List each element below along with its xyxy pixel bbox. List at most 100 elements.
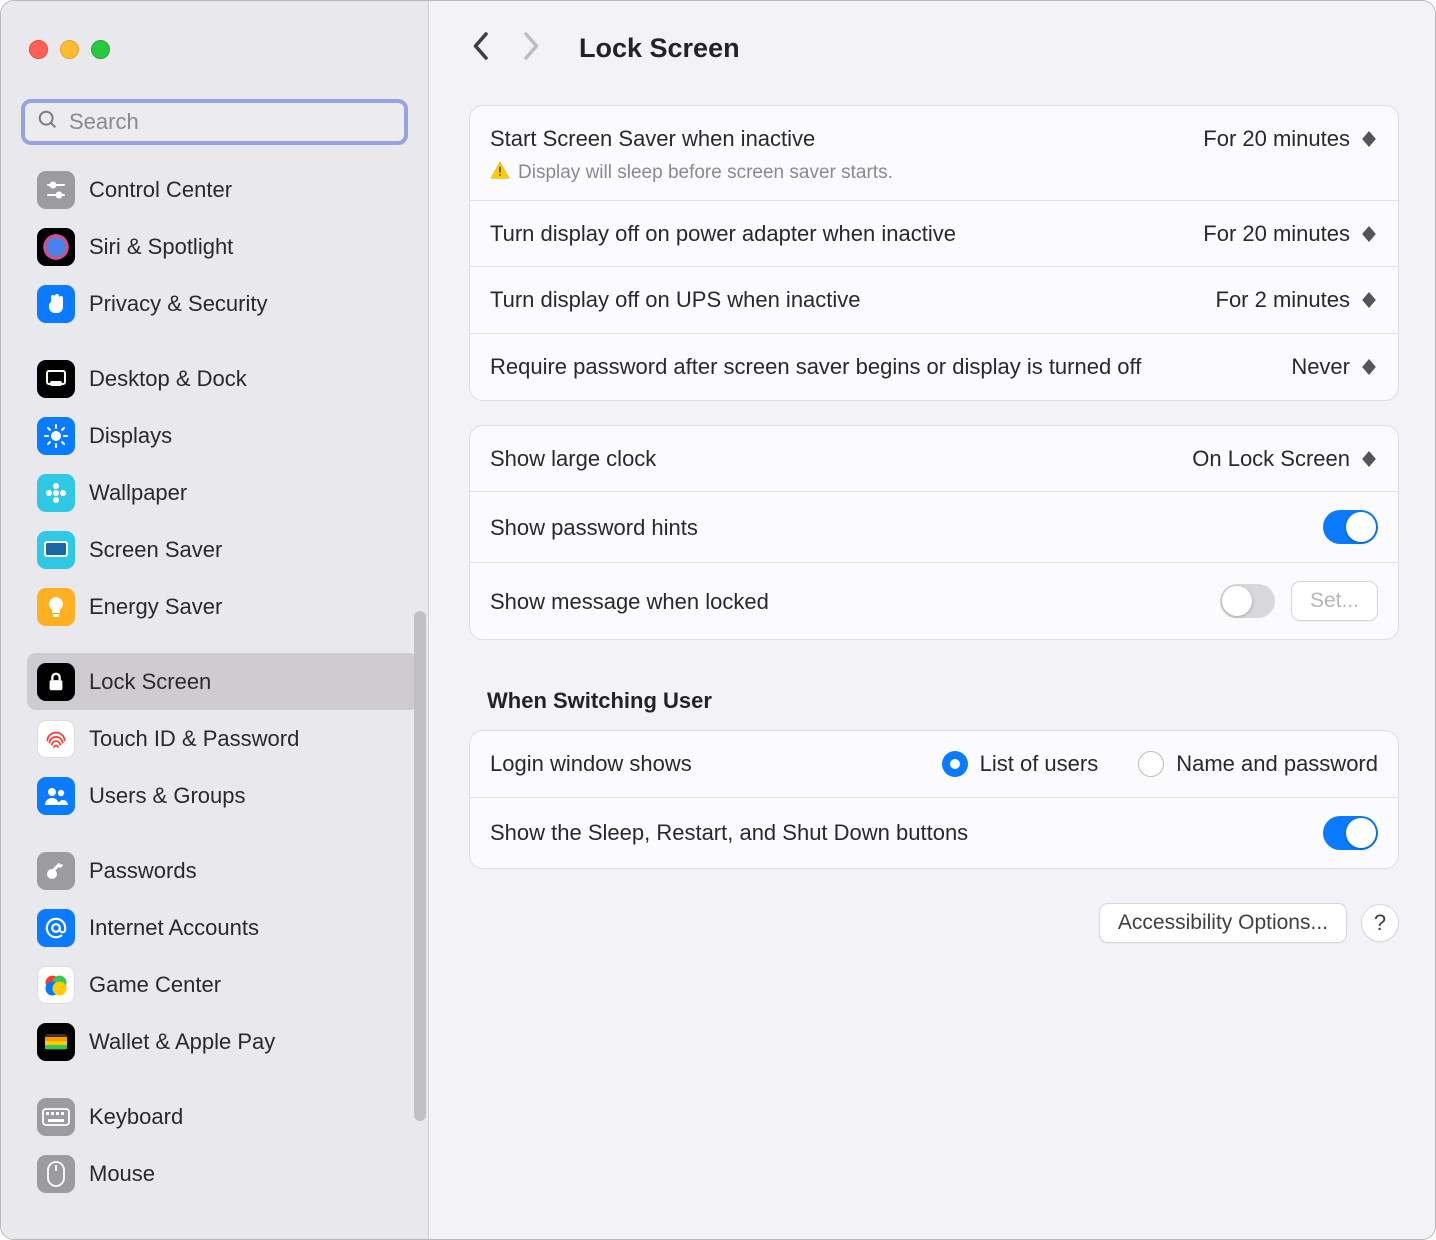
- radio-label: Name and password: [1176, 751, 1378, 777]
- sidebar-item-label: Keyboard: [89, 1104, 183, 1130]
- sidebar-item-keyboard[interactable]: Keyboard: [27, 1088, 418, 1145]
- scrollbar-thumb[interactable]: [414, 611, 426, 1121]
- forward-button[interactable]: [521, 31, 543, 66]
- sidebar-item-internet[interactable]: Internet Accounts: [27, 899, 418, 956]
- row-value: Never: [1291, 354, 1350, 380]
- row-label: Show message when locked: [490, 587, 1220, 617]
- sidebar-item-control-center[interactable]: Control Center: [27, 161, 418, 218]
- radio-icon: [1138, 751, 1164, 777]
- search-field[interactable]: [21, 99, 408, 145]
- close-button[interactable]: [29, 40, 48, 59]
- sidebar-item-label: Wallet & Apple Pay: [89, 1029, 275, 1055]
- sidebar: Control Center Siri & Spotlight Privacy & …: [1, 1, 429, 1239]
- bulb-icon: [37, 588, 75, 626]
- accessibility-options-button[interactable]: Accessibility Options...: [1099, 903, 1347, 943]
- row-value: On Lock Screen: [1192, 446, 1350, 472]
- stepper-icon[interactable]: [1360, 287, 1378, 313]
- hand-icon: [37, 285, 75, 323]
- radio-icon: [942, 751, 968, 777]
- sidebar-item-gamecenter[interactable]: Game Center: [27, 956, 418, 1013]
- sidebar-item-label: Passwords: [89, 858, 197, 884]
- sidebar-item-label: Siri & Spotlight: [89, 234, 233, 260]
- sidebar-item-wallet[interactable]: Wallet & Apple Pay: [27, 1013, 418, 1070]
- sidebar-item-label: Wallpaper: [89, 480, 187, 506]
- set-message-button[interactable]: Set...: [1291, 581, 1378, 621]
- dock-icon: [37, 360, 75, 398]
- sidebar-item-lock-screen[interactable]: Lock Screen: [27, 653, 418, 710]
- sidebar-list: Control Center Siri & Spotlight Privacy & …: [1, 161, 428, 1239]
- row-value: For 20 minutes: [1203, 126, 1350, 152]
- search-input[interactable]: [69, 109, 392, 135]
- toggle-password-hints[interactable]: [1323, 510, 1378, 544]
- lock-icon: [37, 663, 75, 701]
- row-value: For 20 minutes: [1203, 221, 1350, 247]
- at-icon: [37, 909, 75, 947]
- row-value: For 2 minutes: [1216, 287, 1351, 313]
- row-screensaver-inactive: Start Screen Saver when inactive For 20 …: [470, 106, 1398, 201]
- sidebar-item-label: Energy Saver: [89, 594, 222, 620]
- toggle-sleep-restart[interactable]: [1323, 816, 1378, 850]
- minimize-button[interactable]: [60, 40, 79, 59]
- stepper-icon[interactable]: [1360, 446, 1378, 472]
- row-label: Show the Sleep, Restart, and Shut Down b…: [490, 818, 1323, 848]
- row-display-off-adapter: Turn display off on power adapter when i…: [470, 201, 1398, 268]
- warning-text: Display will sleep before screen saver s…: [518, 162, 893, 184]
- key-icon: [37, 852, 75, 890]
- sidebar-item-label: Desktop & Dock: [89, 366, 247, 392]
- mouse-icon: [37, 1155, 75, 1193]
- main-panel: Lock Screen Start Screen Saver when inac…: [429, 1, 1435, 1239]
- row-display-off-ups: Turn display off on UPS when inactive Fo…: [470, 267, 1398, 334]
- sidebar-item-mouse[interactable]: Mouse: [27, 1145, 418, 1202]
- sidebar-item-label: Touch ID & Password: [89, 726, 299, 752]
- maximize-button[interactable]: [91, 40, 110, 59]
- wallet-icon: [37, 1023, 75, 1061]
- row-label: Show password hints: [490, 513, 1323, 543]
- sidebar-item-label: Control Center: [89, 177, 232, 203]
- sidebar-item-privacy[interactable]: Privacy & Security: [27, 275, 418, 332]
- sidebar-item-displays[interactable]: Displays: [27, 407, 418, 464]
- radio-option-list[interactable]: List of users: [942, 751, 1099, 777]
- people-icon: [37, 777, 75, 815]
- row-login-window-shows: Login window shows List of users Name an…: [470, 731, 1398, 798]
- flower-icon: [37, 474, 75, 512]
- search-icon: [37, 109, 59, 136]
- stepper-icon[interactable]: [1360, 126, 1378, 152]
- row-show-message: Show message when locked Set...: [470, 563, 1398, 639]
- toggle-show-message[interactable]: [1220, 584, 1275, 618]
- page-title: Lock Screen: [579, 33, 740, 64]
- stepper-icon[interactable]: [1360, 221, 1378, 247]
- sun-icon: [37, 417, 75, 455]
- lock-display-card: Show large clock On Lock Screen Show pas…: [469, 425, 1399, 641]
- row-sleep-restart-shutdown: Show the Sleep, Restart, and Shut Down b…: [470, 798, 1398, 868]
- row-label: Require password after screen saver begi…: [490, 352, 1291, 382]
- sidebar-item-wallpaper[interactable]: Wallpaper: [27, 464, 418, 521]
- sidebar-item-label: Internet Accounts: [89, 915, 259, 941]
- sidebar-item-desktop[interactable]: Desktop & Dock: [27, 350, 418, 407]
- sidebar-item-label: Mouse: [89, 1161, 155, 1187]
- help-button[interactable]: ?: [1361, 904, 1399, 942]
- back-button[interactable]: [469, 31, 491, 66]
- section-title-switching: When Switching User: [487, 688, 1399, 714]
- radio-label: List of users: [980, 751, 1099, 777]
- sidebar-item-passwords[interactable]: Passwords: [27, 842, 418, 899]
- sidebar-item-label: Game Center: [89, 972, 221, 998]
- sidebar-item-users[interactable]: Users & Groups: [27, 767, 418, 824]
- screen-timing-card: Start Screen Saver when inactive For 20 …: [469, 105, 1399, 401]
- row-label: Show large clock: [490, 444, 1192, 474]
- screen-icon: [37, 531, 75, 569]
- sidebar-item-label: Lock Screen: [89, 669, 211, 695]
- radio-option-namepw[interactable]: Name and password: [1138, 751, 1378, 777]
- sidebar-item-energy[interactable]: Energy Saver: [27, 578, 418, 635]
- keyboard-icon: [37, 1098, 75, 1136]
- sliders-icon: [37, 171, 75, 209]
- stepper-icon[interactable]: [1360, 354, 1378, 380]
- sidebar-item-siri[interactable]: Siri & Spotlight: [27, 218, 418, 275]
- row-label: Turn display off on power adapter when i…: [490, 219, 1203, 249]
- sidebar-item-screensaver[interactable]: Screen Saver: [27, 521, 418, 578]
- switching-user-card: Login window shows List of users Name an…: [469, 730, 1399, 869]
- siri-icon: [37, 228, 75, 266]
- sidebar-item-touchid[interactable]: Touch ID & Password: [27, 710, 418, 767]
- window-controls: [1, 1, 428, 71]
- sidebar-item-label: Users & Groups: [89, 783, 246, 809]
- row-label: Start Screen Saver when inactive: [490, 124, 1203, 154]
